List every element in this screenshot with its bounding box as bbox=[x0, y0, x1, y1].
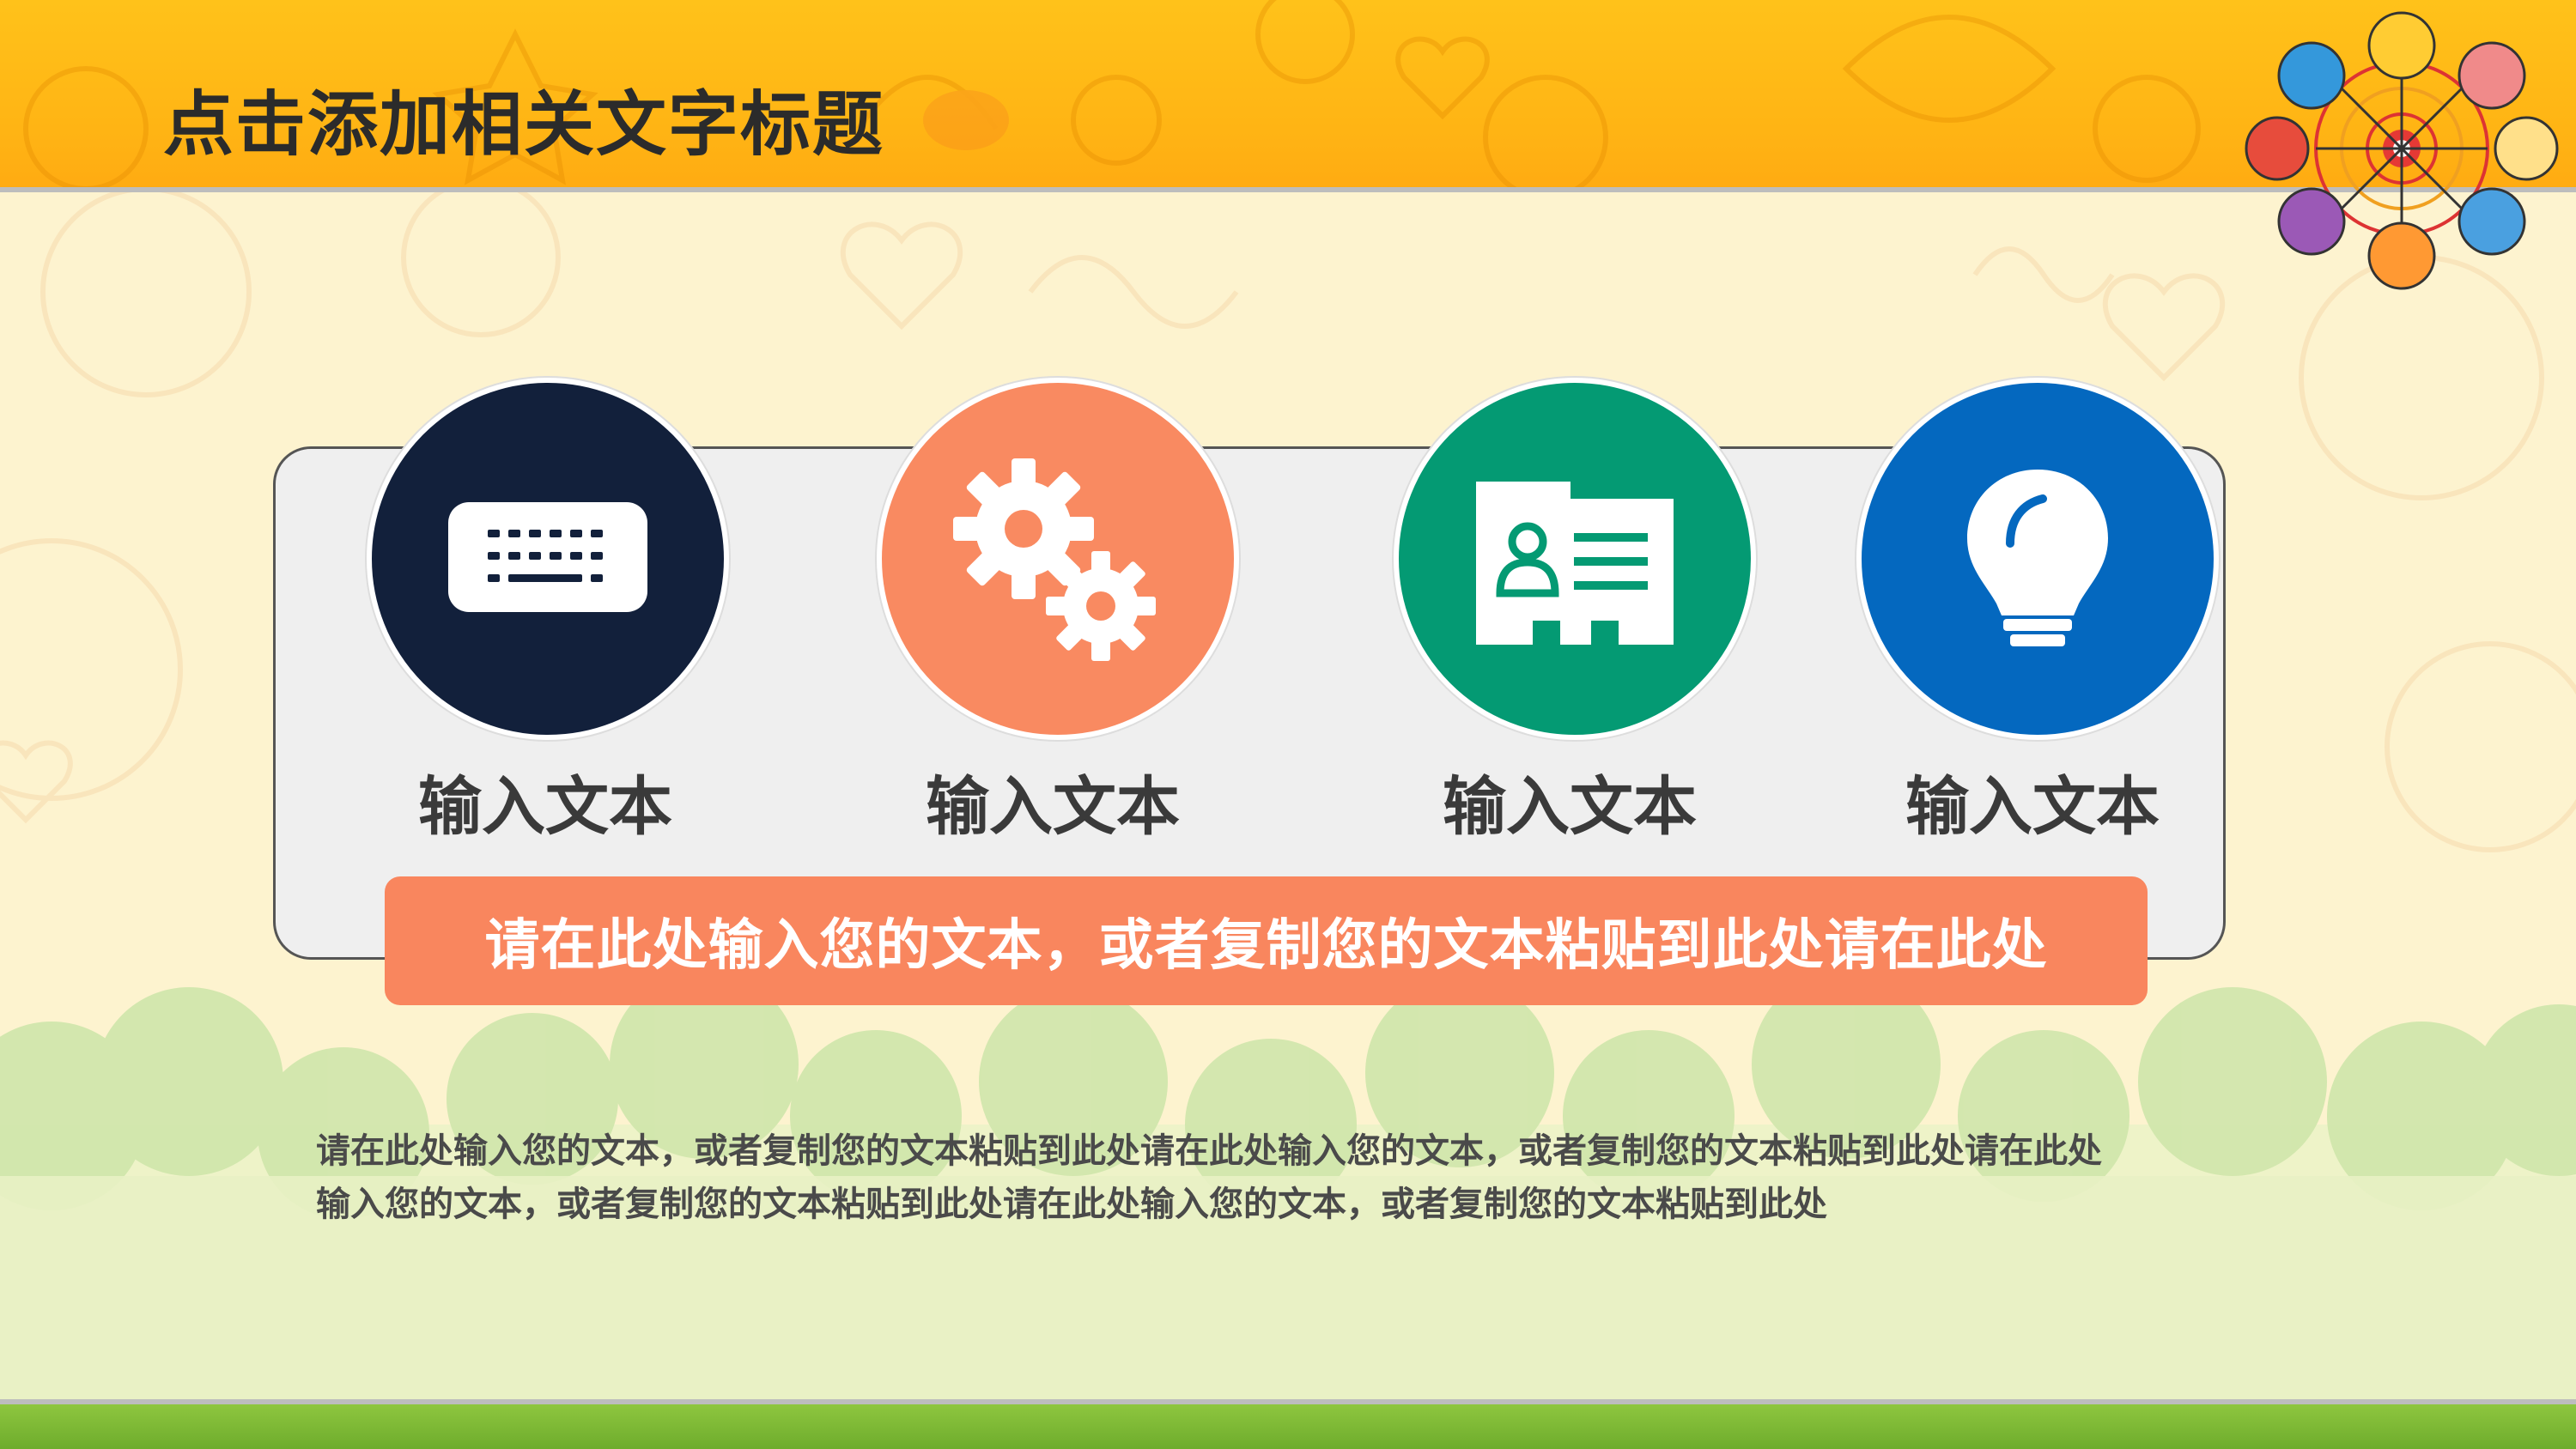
feature-circle-1[interactable] bbox=[367, 378, 729, 740]
id-card-icon bbox=[1476, 482, 1674, 645]
ferris-wheel-decoration bbox=[2245, 11, 2559, 290]
highlight-banner[interactable]: 请在此处输入您的文本，或者复制您的文本粘贴到此处请在此处 bbox=[385, 876, 2148, 1005]
body-paragraph-line-2: 输入您的文本，或者复制您的文本粘贴到此处请在此处输入您的文本，或者复制您的文本粘… bbox=[316, 1185, 1827, 1224]
feature-label-1[interactable]: 输入文本 bbox=[374, 755, 717, 847]
keyboard-icon bbox=[448, 502, 647, 612]
feature-label-3[interactable]: 输入文本 bbox=[1398, 755, 1741, 847]
highlight-banner-text: 请在此处输入您的文本，或者复制您的文本粘贴到此处请在此处 bbox=[484, 914, 2048, 978]
feature-circle-3[interactable] bbox=[1394, 378, 1756, 740]
body-paragraph[interactable]: 请在此处输入您的文本，或者复制您的文本粘贴到此处请在此处输入您的文本，或者复制您… bbox=[316, 1125, 2257, 1231]
feature-circle-2[interactable] bbox=[877, 378, 1239, 740]
slide: 点击添加相关文字标题 输入文本 输入文本 输入文本 输入文本 请在此处输入您的文… bbox=[0, 0, 2576, 1449]
feature-label-2[interactable]: 输入文本 bbox=[881, 755, 1224, 847]
header-banner: 点击添加相关文字标题 bbox=[0, 0, 2576, 192]
feature-circle-4[interactable] bbox=[1856, 378, 2219, 740]
grass-strip bbox=[0, 1399, 2576, 1449]
gears-icon bbox=[953, 458, 1156, 661]
lightbulb-icon bbox=[1967, 470, 2108, 646]
page-title[interactable]: 点击添加相关文字标题 bbox=[163, 67, 884, 169]
body-paragraph-line-1: 请在此处输入您的文本，或者复制您的文本粘贴到此处请在此处输入您的文本，或者复制您… bbox=[316, 1131, 2102, 1171]
feature-label-4[interactable]: 输入文本 bbox=[1861, 755, 2204, 847]
